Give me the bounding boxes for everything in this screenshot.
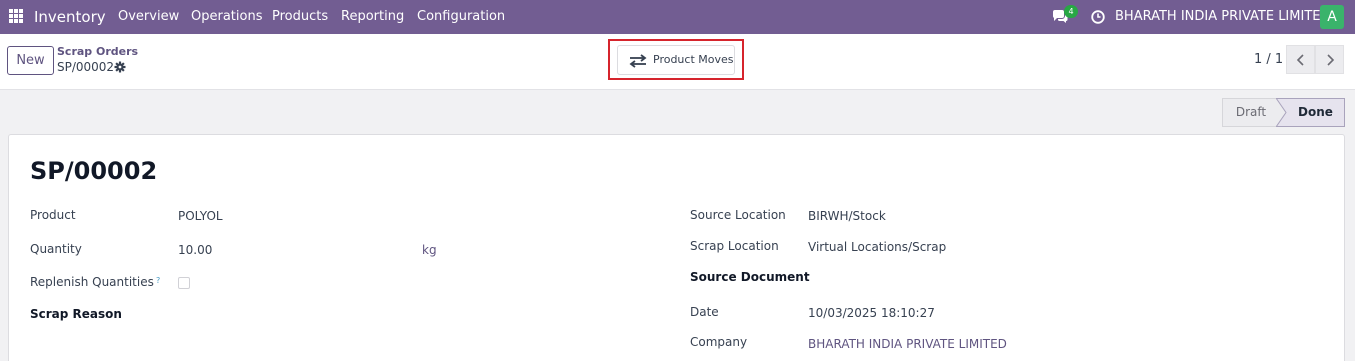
chat-count-badge: 4 bbox=[1064, 5, 1078, 18]
source-location-field[interactable]: BIRWH/Stock bbox=[808, 209, 886, 223]
avatar[interactable]: A bbox=[1320, 5, 1344, 29]
gear-icon[interactable] bbox=[114, 61, 126, 73]
company-switcher[interactable]: BHARATH INDIA PRIVATE LIMITED bbox=[1115, 9, 1330, 24]
product-moves-label: Product Moves bbox=[653, 53, 734, 66]
product-moves-button[interactable]: Product Moves bbox=[617, 45, 735, 75]
menu-configuration[interactable]: Configuration bbox=[417, 9, 505, 24]
menu-overview[interactable]: Overview bbox=[118, 9, 179, 24]
quantity-field[interactable]: 10.00 bbox=[178, 243, 212, 257]
pager-previous-button[interactable] bbox=[1286, 45, 1315, 74]
product-label: Product bbox=[30, 208, 76, 222]
clock-icon[interactable] bbox=[1091, 10, 1105, 24]
company-label: Company bbox=[690, 335, 748, 349]
product-field[interactable]: POLYOL bbox=[178, 209, 223, 223]
menu-operations[interactable]: Operations bbox=[191, 9, 262, 24]
date-label: Date bbox=[690, 305, 719, 319]
menu-reporting[interactable]: Reporting bbox=[341, 9, 404, 24]
page-title: SP/00002 bbox=[30, 157, 158, 185]
new-button[interactable]: New bbox=[7, 46, 54, 75]
pager-value[interactable]: 1 / 1 bbox=[1254, 52, 1283, 67]
top-navbar: Inventory Overview Operations Products R… bbox=[0, 0, 1355, 34]
uom-field[interactable]: kg bbox=[422, 243, 437, 257]
status-draft[interactable]: Draft bbox=[1222, 98, 1280, 127]
quantity-label: Quantity bbox=[30, 242, 82, 256]
replenish-checkbox[interactable] bbox=[178, 277, 190, 289]
scrap-location-label: Scrap Location bbox=[690, 239, 779, 253]
status-arrow-separator bbox=[1276, 98, 1287, 127]
menu-products[interactable]: Products bbox=[272, 9, 328, 24]
apps-grid-icon[interactable] bbox=[9, 9, 23, 23]
scrap-reason-label: Scrap Reason bbox=[30, 307, 122, 321]
chevron-right-icon bbox=[1327, 54, 1335, 66]
breadcrumb-scrap-orders[interactable]: Scrap Orders bbox=[57, 45, 138, 58]
scrap-location-field[interactable]: Virtual Locations/Scrap bbox=[808, 240, 946, 254]
source-document-label: Source Document bbox=[690, 270, 810, 284]
control-panel: New Scrap Orders SP/00002 Product Moves … bbox=[0, 34, 1355, 90]
transfer-icon bbox=[629, 54, 647, 68]
app-name[interactable]: Inventory bbox=[34, 8, 106, 26]
source-location-label: Source Location bbox=[690, 208, 786, 222]
company-field[interactable]: BHARATH INDIA PRIVATE LIMITED bbox=[808, 337, 1007, 351]
chevron-left-icon bbox=[1296, 54, 1304, 66]
breadcrumb-current-record: SP/00002 bbox=[57, 60, 115, 74]
replenish-label: Replenish Quantities bbox=[30, 275, 154, 289]
pager-next-button[interactable] bbox=[1315, 45, 1344, 74]
help-tooltip-icon[interactable]: ? bbox=[156, 276, 160, 285]
date-field[interactable]: 10/03/2025 18:10:27 bbox=[808, 306, 935, 320]
